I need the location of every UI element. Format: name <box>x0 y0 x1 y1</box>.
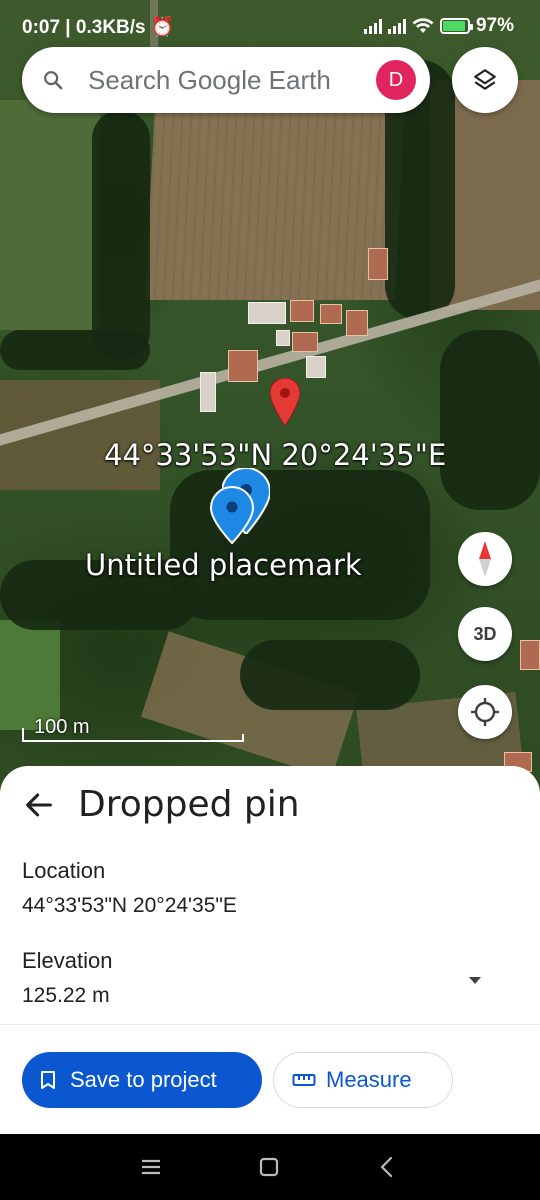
battery-icon <box>439 18 473 34</box>
system-nav-bar <box>0 1134 540 1200</box>
status-right: 97% <box>363 15 514 37</box>
status-left: 0:07 | 0.3KB/s ⏰ <box>22 15 175 39</box>
my-location-icon <box>471 698 499 726</box>
scale-label: 100 m <box>34 716 90 738</box>
wifi-icon <box>412 18 434 33</box>
status-time-speed: 0:07 | 0.3KB/s <box>22 17 146 38</box>
compass-button[interactable] <box>458 532 512 586</box>
compass-icon <box>479 541 491 577</box>
elevation-label: Elevation <box>22 948 113 973</box>
my-location-button[interactable] <box>458 685 512 739</box>
map-trees <box>0 330 150 370</box>
measure-label: Measure <box>326 1067 412 1092</box>
save-to-project-button[interactable]: Save to project <box>22 1052 262 1108</box>
placemark-pin-icon[interactable] <box>210 486 254 544</box>
back-arrow-icon[interactable] <box>22 788 56 822</box>
map-building <box>306 356 326 378</box>
map-trees <box>240 640 420 710</box>
map-building <box>200 372 216 412</box>
location-label: Location <box>22 858 106 883</box>
search-icon <box>44 71 63 90</box>
map-building <box>292 332 318 352</box>
save-label: Save to project <box>70 1067 217 1092</box>
menu-icon[interactable] <box>138 1154 164 1180</box>
dropped-pin-icon[interactable] <box>270 378 300 426</box>
placemark-label[interactable]: Untitled placemark <box>85 548 362 582</box>
layers-icon <box>474 69 496 90</box>
map-building <box>248 302 286 324</box>
map-building <box>368 248 388 280</box>
signal-icon <box>363 18 382 34</box>
map-field <box>0 100 100 330</box>
map-building <box>520 640 540 670</box>
elevation-value: 125.22 m <box>22 984 110 1007</box>
search-bar[interactable]: D <box>22 47 430 113</box>
sheet-title: Dropped pin <box>78 784 300 825</box>
dropdown-icon[interactable] <box>466 974 484 986</box>
dropped-pin-sheet: Dropped pin Location 44°33'53"N 20°24'35… <box>0 766 540 1134</box>
map-building <box>346 310 368 336</box>
map-view[interactable]: 44°33'53"N 20°24'35"E Untitled placemark… <box>0 0 540 800</box>
measure-button[interactable]: Measure <box>273 1052 453 1108</box>
map-field <box>0 620 60 730</box>
location-value: 44°33'53"N 20°24'35"E <box>22 894 237 917</box>
ruler-icon <box>292 1074 316 1086</box>
map-trees <box>440 330 540 510</box>
3d-toggle-button[interactable]: 3D <box>458 607 512 661</box>
battery-level: 97% <box>475 15 514 36</box>
map-building <box>276 330 290 346</box>
search-input[interactable] <box>88 59 368 101</box>
pin-coordinates-label: 44°33'53"N 20°24'35"E <box>104 438 447 472</box>
map-trees <box>92 110 150 360</box>
map-trees <box>170 470 430 620</box>
alarm-icon: ⏰ <box>150 17 175 38</box>
avatar[interactable]: D <box>376 60 416 100</box>
scale-bar: 100 m <box>22 716 244 742</box>
map-field <box>144 100 406 300</box>
bookmark-icon <box>41 1071 55 1089</box>
status-bar: 0:07 | 0.3KB/s ⏰ 97% <box>0 0 540 48</box>
signal-icon <box>387 18 406 34</box>
layers-button[interactable] <box>452 47 518 113</box>
divider <box>0 1024 540 1025</box>
nav-back-icon[interactable] <box>374 1154 400 1180</box>
map-building <box>228 350 258 382</box>
map-building <box>320 304 342 324</box>
home-icon[interactable] <box>256 1154 282 1180</box>
map-building <box>290 300 314 322</box>
